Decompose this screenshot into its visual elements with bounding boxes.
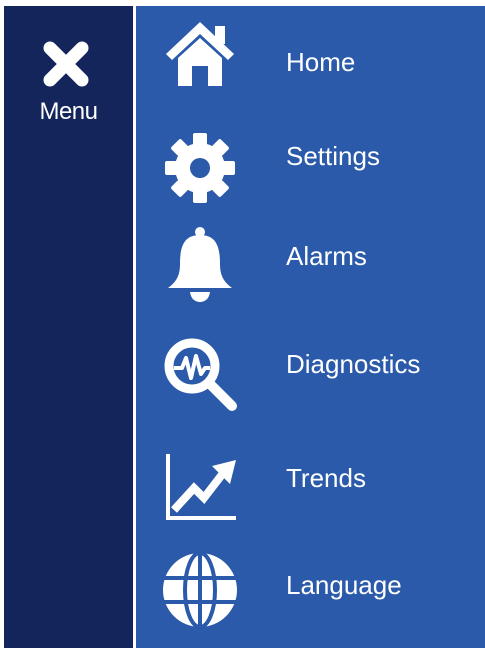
- nav-item-settings[interactable]: Settings: [136, 110, 485, 203]
- menu-close-button[interactable]: Menu: [4, 6, 133, 126]
- diagnostics-magnifier-icon: [164, 338, 237, 411]
- nav-item-trends[interactable]: Trends: [136, 434, 485, 526]
- nav-item-diagnostics[interactable]: Diagnostics: [136, 322, 485, 414]
- nav-item-alarms[interactable]: Alarms: [136, 212, 485, 304]
- bell-icon: [168, 227, 232, 302]
- nav-item-language[interactable]: Language: [136, 540, 485, 632]
- globe-icon: [163, 551, 237, 629]
- nav-item-label: Settings: [286, 141, 380, 171]
- home-icon: [166, 22, 234, 86]
- nav-item-label: Trends: [286, 463, 366, 493]
- close-icon: [43, 41, 89, 87]
- gear-icon: [165, 133, 235, 203]
- nav-item-label: Diagnostics: [286, 349, 421, 379]
- nav-item-label: Alarms: [286, 241, 367, 271]
- menu-label: Menu: [39, 98, 98, 125]
- trend-chart-icon: [166, 454, 236, 520]
- nav-item-label: Language: [286, 570, 402, 600]
- nav-item-label: Home: [286, 47, 356, 77]
- nav-item-home[interactable]: Home: [136, 8, 485, 100]
